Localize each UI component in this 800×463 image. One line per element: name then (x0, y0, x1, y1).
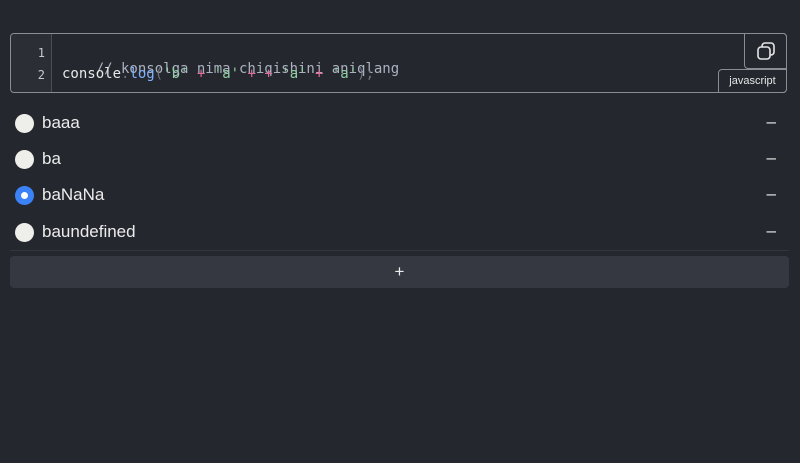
answer-option[interactable]: baaa – (0, 106, 800, 142)
radio-button-selected[interactable] (15, 186, 34, 205)
line-number: 1 (37, 46, 45, 60)
copy-icon (757, 42, 775, 60)
copy-button[interactable] (744, 33, 787, 69)
radio-button[interactable] (15, 223, 34, 242)
answer-option[interactable]: baNaNa – (0, 178, 800, 214)
code-block: 1 2 // konsolga nima chiqishini aniqlang… (10, 33, 787, 93)
code-line-2: console.log('b' + 'a' + + 'a' + 'a'); (62, 66, 374, 82)
option-label: baaa (42, 113, 80, 132)
radio-button[interactable] (15, 114, 34, 133)
code-token: ); (357, 66, 375, 82)
line-number: 2 (37, 68, 45, 82)
code-token: + (196, 66, 206, 82)
language-badge: javascript (718, 69, 787, 93)
remove-option-button[interactable]: – (767, 221, 776, 241)
add-option-button[interactable]: + (10, 256, 789, 288)
option-label: ba (42, 149, 61, 168)
answer-option[interactable]: ba – (0, 142, 800, 178)
code-token: + (315, 66, 324, 82)
line-number-gutter: 1 2 (11, 34, 52, 92)
code-token: 'a' (331, 66, 358, 82)
code-token: 'a' (281, 66, 307, 82)
divider (10, 250, 789, 251)
code-token: ( (154, 66, 164, 82)
remove-option-button[interactable]: – (767, 112, 776, 132)
remove-option-button[interactable]: – (767, 148, 776, 168)
code-token: log (129, 66, 155, 82)
answer-option[interactable]: baundefined – (0, 215, 800, 251)
code-token: console (62, 66, 122, 82)
option-label: baundefined (42, 222, 136, 241)
code-token: + + (247, 66, 273, 82)
option-label: baNaNa (42, 185, 105, 204)
code-token: 'a' (213, 66, 240, 82)
remove-option-button[interactable]: – (767, 184, 776, 204)
code-token: 'b' (163, 66, 189, 82)
radio-button[interactable] (15, 150, 34, 169)
